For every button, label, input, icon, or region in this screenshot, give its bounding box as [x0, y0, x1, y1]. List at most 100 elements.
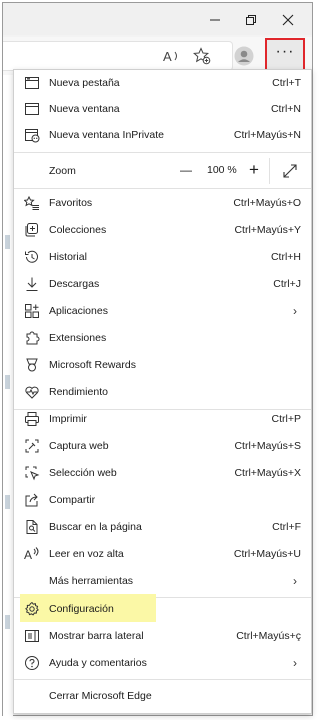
menu-item-new-tab[interactable]: Nueva pestaña Ctrl+T: [14, 70, 311, 96]
menu-item-label: Mostrar barra lateral: [49, 630, 144, 642]
chevron-right-icon: ›: [293, 656, 297, 670]
menu-item-label: Descargas: [49, 278, 100, 290]
settings-icon: [24, 601, 40, 617]
performance-icon: [24, 384, 40, 400]
menu-item-web-capture[interactable]: Captura web Ctrl+Mayús+S: [14, 433, 311, 459]
menu-item-find[interactable]: Buscar en la página Ctrl+F: [14, 514, 311, 540]
favorites-icon: [24, 195, 40, 211]
menu-item-label: Más herramientas: [49, 575, 134, 587]
download-icon: [24, 276, 40, 292]
menu-item-label: Aplicaciones: [49, 305, 108, 317]
close-icon: [282, 14, 294, 26]
menu-item-downloads[interactable]: Descargas Ctrl+J: [14, 271, 311, 297]
new-window-icon: [24, 101, 40, 117]
read-aloud-icon: A: [163, 49, 177, 64]
zoom-divider: [269, 158, 270, 184]
web-capture-icon: [24, 438, 40, 454]
menu-item-label: Colecciones: [49, 224, 107, 236]
history-icon: [24, 249, 40, 265]
menu-item-performance[interactable]: Rendimiento: [14, 379, 311, 405]
menu-item-label: Captura web: [49, 440, 109, 452]
menu-item-web-select[interactable]: Selección web Ctrl+Mayús+X: [14, 460, 311, 486]
page-content-edge: [3, 75, 13, 717]
menu-item-label: Nueva pestaña: [49, 77, 120, 89]
shortcut: Ctrl+P: [271, 413, 301, 425]
shortcut: Ctrl+Mayús+Y: [234, 224, 301, 236]
more-icon: ···: [275, 43, 295, 60]
svg-text:A: A: [24, 548, 32, 562]
restore-button[interactable]: [236, 9, 266, 31]
menu-item-read-aloud[interactable]: A Leer en voz alta Ctrl+Mayús+U: [14, 541, 311, 567]
menu-item-label: Nueva ventana InPrivate: [49, 129, 164, 141]
menu-item-label: Compartir: [49, 494, 96, 506]
restore-icon: [246, 15, 256, 25]
settings-and-more-button[interactable]: ···: [265, 38, 305, 72]
shortcut: Ctrl+Mayús+X: [234, 467, 301, 479]
menu-item-label: Rendimiento: [49, 386, 108, 398]
shortcut: Ctrl+Mayús+N: [233, 129, 301, 141]
menu-item-extensions[interactable]: Extensiones: [14, 325, 311, 351]
share-icon: [24, 492, 40, 508]
menu-item-label: Selección web: [49, 467, 117, 479]
profile-button[interactable]: [233, 45, 255, 67]
settings-menu: Nueva pestaña Ctrl+T Nueva ventana Ctrl+…: [13, 69, 312, 714]
add-favorite-button[interactable]: [191, 45, 213, 67]
find-icon: [24, 519, 40, 535]
menu-item-help[interactable]: Ayuda y comentarios ›: [14, 650, 311, 676]
menu-item-apps[interactable]: Aplicaciones ›: [14, 298, 311, 324]
title-bar: [3, 3, 312, 35]
menu-item-new-inprivate[interactable]: Nueva ventana InPrivate Ctrl+Mayús+N: [14, 122, 311, 148]
menu-item-collections[interactable]: Colecciones Ctrl+Mayús+Y: [14, 217, 311, 243]
menu-item-history[interactable]: Historial Ctrl+H: [14, 244, 311, 270]
menu-item-label: Leer en voz alta: [49, 548, 124, 560]
menu-item-close-edge[interactable]: Cerrar Microsoft Edge: [14, 683, 311, 709]
menu-item-new-window[interactable]: Nueva ventana Ctrl+N: [14, 96, 311, 122]
help-icon: [24, 655, 40, 671]
menu-item-print[interactable]: Imprimir Ctrl+P: [14, 406, 311, 432]
shortcut: Ctrl+Mayús+S: [234, 440, 301, 452]
web-select-icon: [24, 465, 40, 481]
svg-text:A: A: [163, 49, 172, 64]
menu-item-share[interactable]: Compartir: [14, 487, 311, 513]
menu-item-label: Ayuda y comentarios: [49, 657, 147, 669]
minimize-icon: [210, 19, 220, 21]
fullscreen-button[interactable]: [282, 163, 298, 179]
zoom-value: 100 %: [207, 164, 237, 176]
shortcut: Ctrl+N: [270, 103, 301, 115]
menu-item-label: Imprimir: [49, 413, 87, 425]
chevron-right-icon: ›: [293, 304, 297, 318]
read-aloud-icon: A: [24, 546, 40, 562]
zoom-in-button[interactable]: +: [246, 160, 262, 180]
menu-divider: [14, 152, 311, 153]
menu-item-more-tools[interactable]: Más herramientas ›: [14, 568, 311, 594]
close-window-button[interactable]: [273, 9, 303, 31]
rewards-icon: [24, 357, 40, 373]
menu-item-rewards[interactable]: Microsoft Rewards: [14, 352, 311, 378]
collections-icon: [24, 222, 40, 238]
apps-icon: [24, 303, 40, 319]
shortcut: Ctrl+Mayús+U: [233, 548, 301, 560]
menu-item-zoom: Zoom — 100 % +: [14, 156, 311, 186]
shortcut: Ctrl+T: [272, 77, 301, 89]
read-aloud-button[interactable]: A: [161, 45, 183, 67]
menu-item-label: Configuración: [49, 603, 114, 615]
shortcut: Ctrl+H: [270, 251, 301, 263]
menu-item-label: Extensiones: [49, 332, 107, 344]
minimize-button[interactable]: [200, 9, 230, 31]
menu-item-label: Nueva ventana: [49, 103, 120, 115]
fullscreen-icon: [283, 164, 297, 178]
menu-item-settings[interactable]: Configuración: [14, 596, 311, 622]
shortcut: Ctrl+Mayús+ç: [236, 630, 301, 642]
menu-item-sidebar[interactable]: Mostrar barra lateral Ctrl+Mayús+ç: [14, 623, 311, 649]
menu-item-label: Cerrar Microsoft Edge: [49, 690, 152, 702]
zoom-out-button[interactable]: —: [178, 163, 194, 177]
print-icon: [24, 411, 40, 427]
menu-item-label: Favoritos: [49, 197, 93, 209]
menu-item-label: Buscar en la página: [49, 521, 142, 533]
star-add-icon: [193, 47, 211, 65]
new-tab-icon: [24, 75, 40, 91]
menu-item-favorites[interactable]: Favoritos Ctrl+Mayús+O: [14, 190, 311, 216]
extensions-icon: [24, 330, 40, 346]
shortcut: Ctrl+J: [273, 278, 301, 290]
zoom-label: Zoom: [49, 165, 76, 177]
